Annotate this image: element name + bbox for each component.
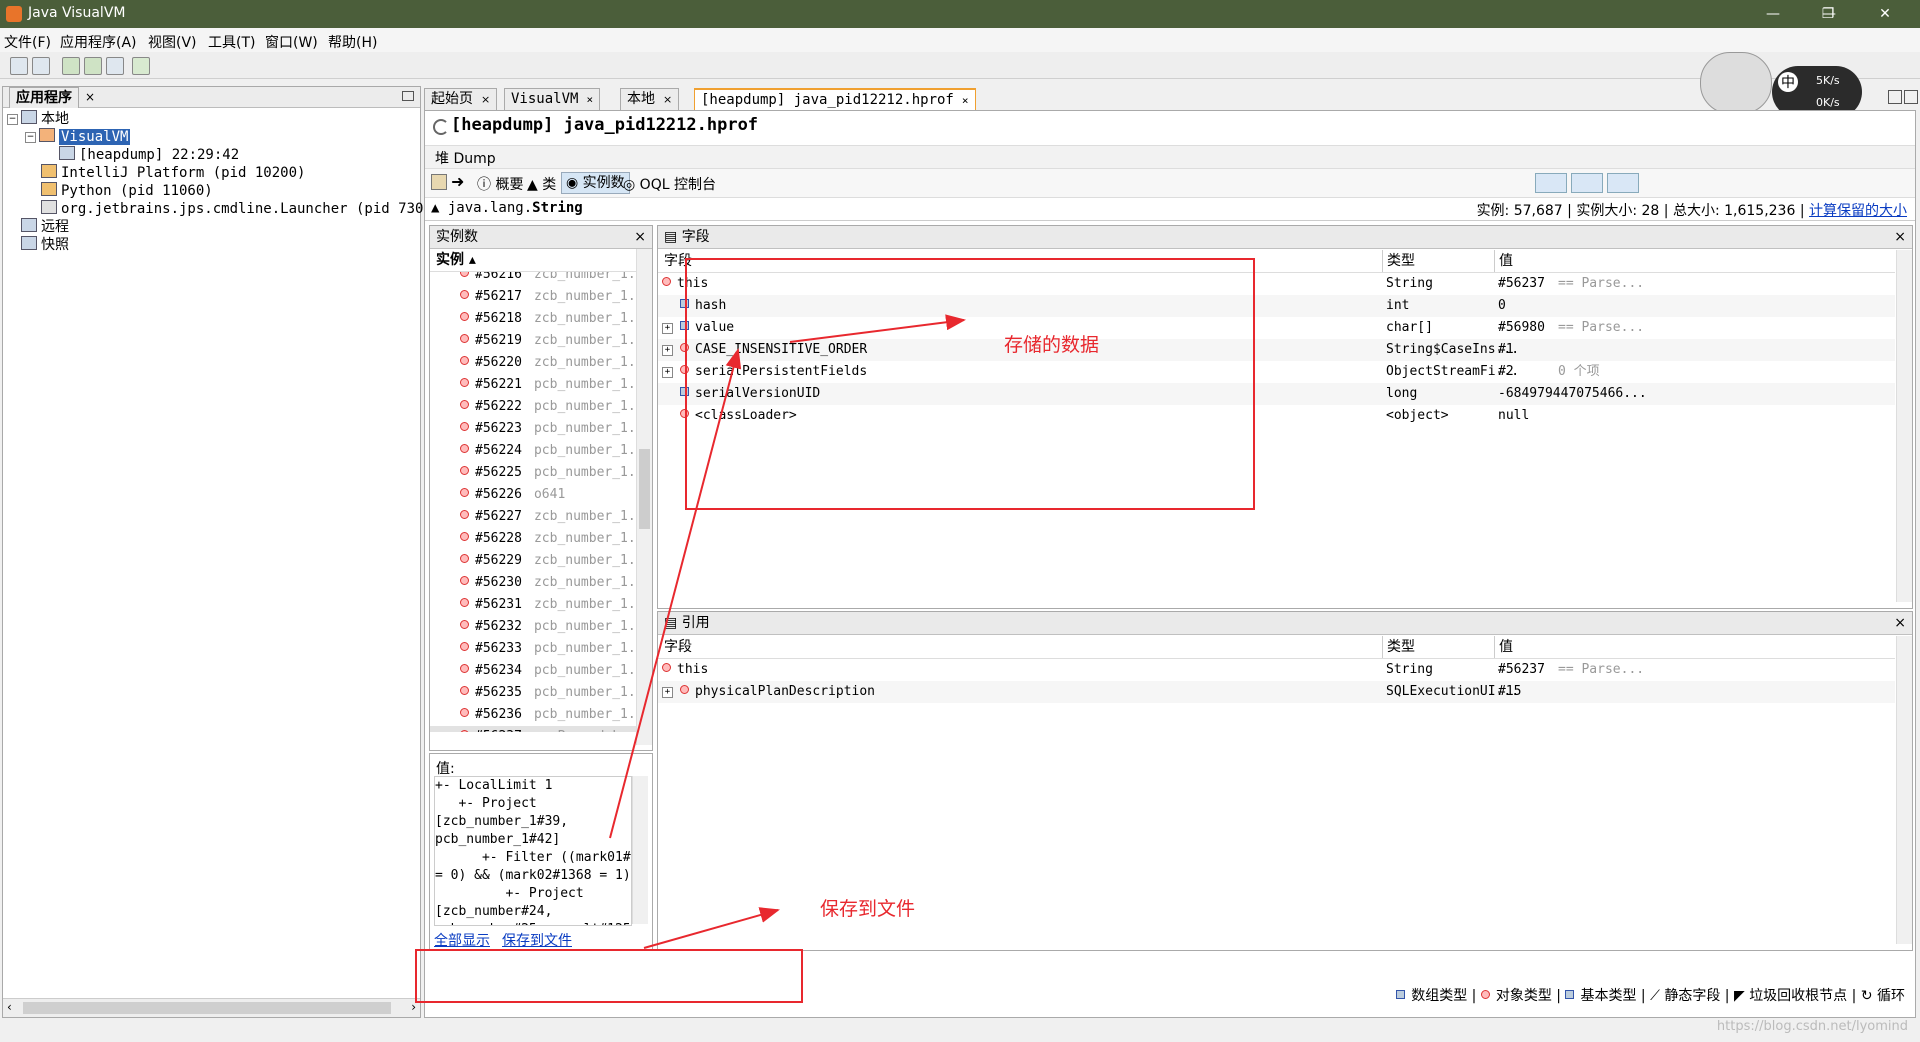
annotation-box-save — [415, 949, 803, 1003]
annotation-box-fields — [685, 258, 1255, 510]
annotation-arrow-value — [609, 348, 742, 839]
annotation-arrow-save — [643, 907, 780, 949]
annotation-label-stored-data: 存储的数据 — [1004, 334, 1100, 356]
annotation-arrow-stored — [789, 314, 966, 343]
watermark: https://blog.csdn.net/lyomind — [1716, 1019, 1908, 1034]
annotation-label-save-to-file: 保存到文件 — [820, 898, 916, 920]
annotation-overlay — [415, 258, 1255, 1003]
